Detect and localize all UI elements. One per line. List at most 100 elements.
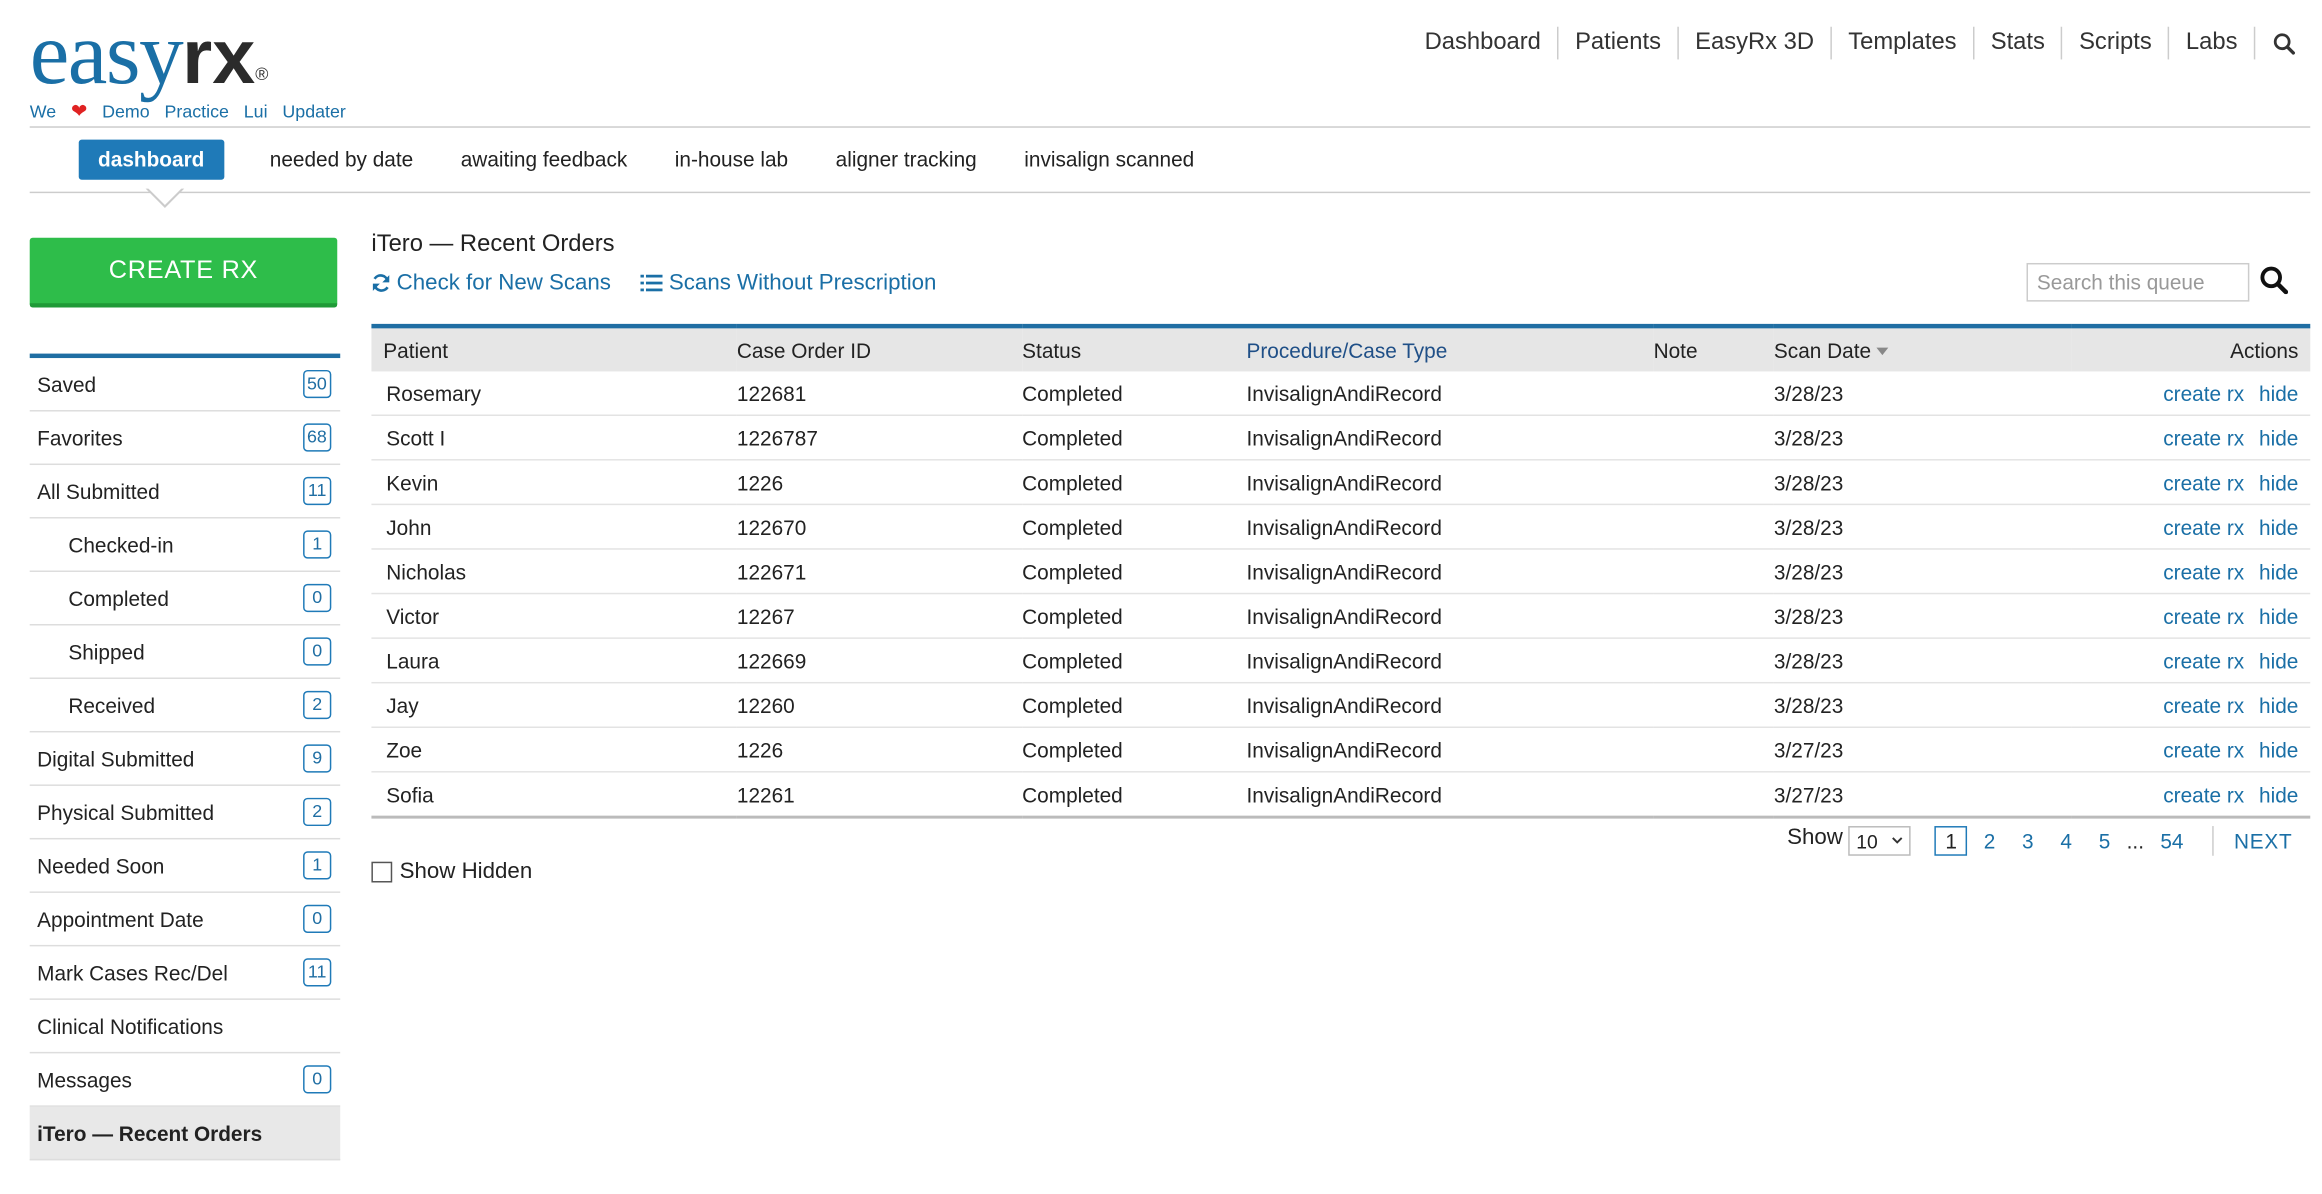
page-last[interactable]: 54	[2150, 828, 2194, 855]
easyrx-logo[interactable]: easyrx®	[30, 6, 269, 101]
hide-link[interactable]: hide	[2259, 381, 2298, 405]
create-rx-link[interactable]: create rx	[2163, 426, 2244, 450]
hide-link[interactable]: hide	[2259, 649, 2298, 673]
col-status[interactable]: Status	[1022, 326, 1246, 371]
create-rx-link[interactable]: create rx	[2163, 649, 2244, 673]
table-row: Sofia 12261 Completed InvisalignAndiRecord 3…	[371, 771, 2311, 819]
show-hidden-toggle[interactable]: Show Hidden	[371, 859, 532, 884]
queue-search-button[interactable]	[2260, 266, 2289, 302]
create-rx-link[interactable]: create rx	[2163, 381, 2244, 405]
subtabs: dashboard needed by date awaiting feedba…	[78, 139, 1218, 180]
hide-link[interactable]: hide	[2259, 515, 2298, 539]
search-icon[interactable]	[2253, 26, 2296, 60]
page-3[interactable]: 3	[2012, 828, 2044, 855]
create-rx-link[interactable]: create rx	[2163, 470, 2244, 494]
page-size-select[interactable]: 10	[1848, 826, 1912, 856]
hide-link[interactable]: hide	[2259, 738, 2298, 762]
sidebar-item-physical-submitted[interactable]: Physical Submitted 2	[29, 786, 341, 840]
tab-needed-by-date[interactable]: needed by date	[246, 140, 437, 180]
nav-patients[interactable]: Patients	[1557, 26, 1677, 60]
scans-without-rx-link[interactable]: Scans Without Prescription	[640, 270, 936, 296]
top-nav: Dashboard Patients EasyRx 3D Templates S…	[1408, 26, 2296, 60]
nav-dashboard[interactable]: Dashboard	[1408, 27, 1557, 60]
list-icon	[640, 274, 663, 292]
nav-templates[interactable]: Templates	[1830, 26, 1973, 60]
cell-note	[1653, 771, 1774, 819]
page-1[interactable]: 1	[1935, 826, 1968, 856]
create-rx-link[interactable]: create rx	[2163, 515, 2244, 539]
link-demo[interactable]: Demo	[102, 101, 150, 122]
sidebar-item-favorites[interactable]: Favorites 68	[29, 412, 341, 466]
show-hidden-checkbox[interactable]	[371, 860, 393, 882]
cell-scan-date: 3/28/23	[1773, 548, 2072, 595]
create-rx-link[interactable]: create rx	[2163, 559, 2244, 583]
cell-actions: create rx hide	[2071, 504, 2311, 550]
sidebar-item-received[interactable]: Received 2	[29, 679, 341, 733]
cell-patient: Nicholas	[371, 548, 737, 595]
sidebar-item-digital-submitted[interactable]: Digital Submitted 9	[29, 732, 341, 786]
create-rx-link[interactable]: create rx	[2163, 738, 2244, 762]
hide-link[interactable]: hide	[2259, 604, 2298, 628]
next-page-button[interactable]: NEXT	[2234, 829, 2292, 853]
tab-in-house-lab[interactable]: in-house lab	[651, 140, 812, 180]
hide-link[interactable]: hide	[2259, 559, 2298, 583]
create-rx-link[interactable]: create rx	[2163, 604, 2244, 628]
nav-scripts[interactable]: Scripts	[2061, 26, 2168, 60]
col-procedure[interactable]: Procedure/Case Type	[1247, 326, 1654, 371]
tab-dashboard[interactable]: dashboard	[78, 139, 224, 180]
cell-note	[1653, 371, 1774, 416]
create-rx-link[interactable]: create rx	[2163, 693, 2244, 717]
sidebar-item-label: Completed	[68, 586, 169, 610]
link-updater[interactable]: Updater	[282, 101, 345, 122]
cell-case-order-id: 12260	[736, 682, 1023, 728]
sidebar-item-clinical-notifications[interactable]: Clinical Notifications	[29, 1000, 341, 1054]
create-rx-link[interactable]: create rx	[2163, 782, 2244, 806]
sidebar-item-label: Needed Soon	[37, 853, 165, 878]
cell-case-order-id: 122669	[736, 638, 1023, 684]
sidebar-item-label: Clinical Notifications	[37, 1013, 224, 1038]
sidebar-item-saved[interactable]: Saved 50	[29, 358, 341, 412]
create-rx-button[interactable]: CREATE RX	[29, 237, 338, 308]
tab-invisalign-scanned[interactable]: invisalign scanned	[1000, 140, 1218, 180]
search-icon	[2260, 266, 2289, 295]
page-2[interactable]: 2	[1973, 828, 2005, 855]
check-new-scans-link[interactable]: Check for New Scans	[371, 270, 611, 296]
col-scan-date[interactable]: Scan Date	[1774, 326, 2071, 371]
sidebar-item-appointment-date[interactable]: Appointment Date 0	[29, 893, 341, 947]
sidebar-item-shipped[interactable]: Shipped 0	[29, 625, 341, 679]
sidebar-item-checked-in[interactable]: Checked-in 1	[29, 519, 341, 572]
sidebar-item-needed-soon[interactable]: Needed Soon 1	[29, 839, 341, 893]
hide-link[interactable]: hide	[2259, 426, 2298, 450]
sidebar-item-itero-recent-orders[interactable]: iTero — Recent Orders	[29, 1106, 341, 1161]
cell-actions: create rx hide	[2071, 459, 2311, 506]
cell-case-order-id: 12261	[736, 771, 1023, 819]
hide-link[interactable]: hide	[2259, 470, 2298, 494]
link-practice[interactable]: Practice	[164, 101, 228, 122]
table-row: Laura 122669 Completed InvisalignAndiRecord…	[371, 638, 2311, 684]
nav-stats[interactable]: Stats	[1972, 26, 2061, 60]
queue-search-input[interactable]: Search this queue	[2026, 262, 2250, 302]
page-4[interactable]: 4	[2050, 828, 2082, 855]
tab-awaiting-feedback[interactable]: awaiting feedback	[437, 140, 651, 180]
sidebar-item-completed[interactable]: Completed 0	[29, 572, 341, 626]
we-label: We	[29, 101, 57, 122]
sidebar-item-all-submitted[interactable]: All Submitted 11	[29, 465, 341, 519]
page-5[interactable]: 5	[2088, 828, 2120, 855]
cell-note	[1653, 593, 1774, 639]
link-lui[interactable]: Lui	[244, 101, 268, 122]
hide-link[interactable]: hide	[2259, 693, 2298, 717]
col-case-order-id[interactable]: Case Order ID	[737, 326, 1022, 371]
col-note: Note	[1653, 337, 1698, 362]
cell-procedure: InvisalignAndiRecord	[1246, 415, 1654, 461]
sidebar-item-messages[interactable]: Messages 0	[29, 1053, 341, 1107]
tab-aligner-tracking[interactable]: aligner tracking	[812, 140, 1001, 180]
nav-easyrx-3d[interactable]: EasyRx 3D	[1677, 26, 1830, 60]
sidebar-item-label: Checked-in	[68, 532, 174, 557]
hide-link[interactable]: hide	[2259, 782, 2298, 806]
cell-procedure: InvisalignAndiRecord	[1246, 771, 1654, 819]
sidebar-item-mark-cases[interactable]: Mark Cases Rec/Del 11	[29, 946, 341, 1000]
table-row: Kevin 1226 Completed InvisalignAndiRecord 3/…	[371, 459, 2311, 506]
nav-labs[interactable]: Labs	[2168, 26, 2254, 60]
col-patient[interactable]: Patient	[371, 326, 736, 371]
cell-scan-date: 3/28/23	[1773, 459, 2072, 506]
